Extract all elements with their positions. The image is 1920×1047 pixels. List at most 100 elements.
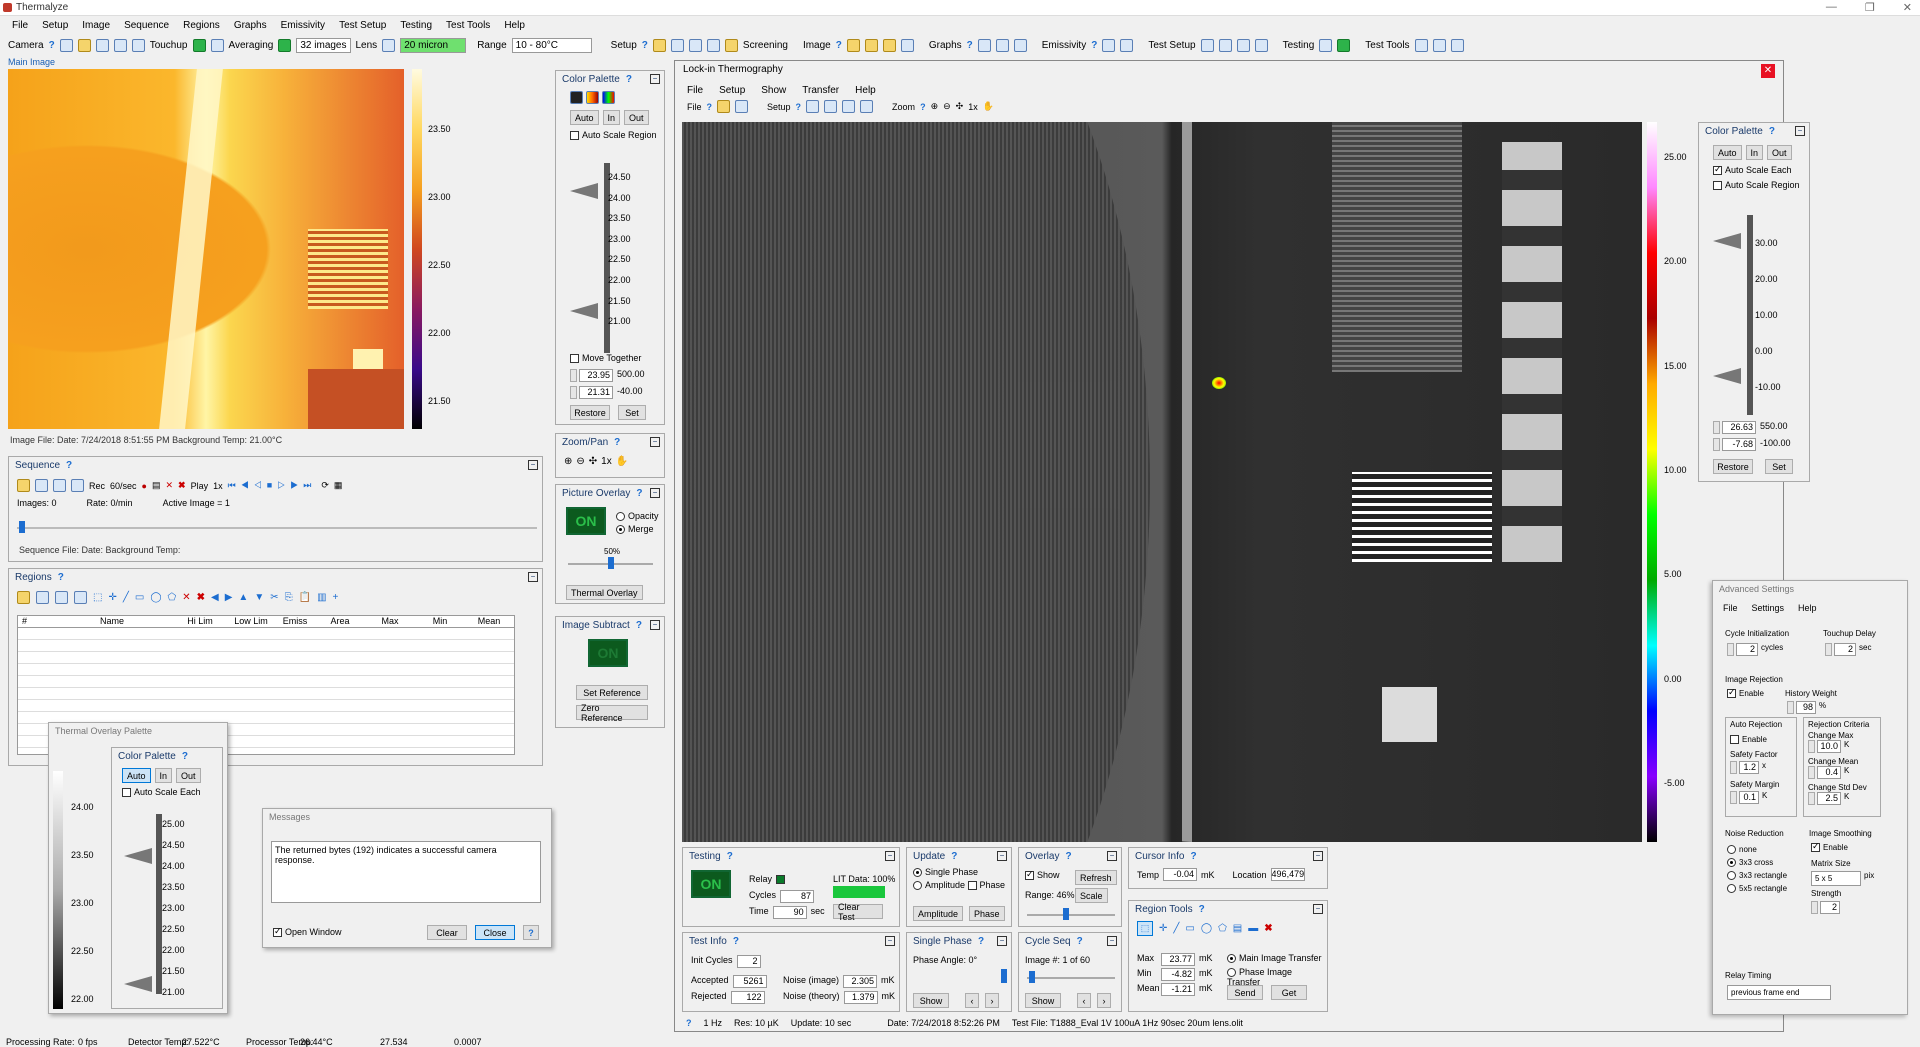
help-icon[interactable]: ? (182, 751, 188, 762)
polygon-tool-icon[interactable]: ⬠ (1218, 923, 1227, 934)
close-icon[interactable]: ✕ (1903, 1, 1912, 14)
auto-rejection-checkbox[interactable] (1730, 735, 1739, 745)
point-tool-icon[interactable]: ✛ (108, 592, 116, 603)
region-color-icon[interactable]: ▬ (1248, 923, 1258, 934)
save-icon[interactable] (670, 38, 684, 52)
compass-icon[interactable] (1450, 38, 1464, 52)
help-icon[interactable]: ? (951, 851, 957, 862)
noise-3x3-cross-radio[interactable] (1727, 858, 1736, 868)
col-emiss[interactable]: Emiss (274, 616, 316, 627)
subtract-on-button[interactable]: ON (588, 639, 628, 667)
set-button[interactable]: Set (1765, 459, 1793, 474)
col-hi-lim[interactable]: Hi Lim (172, 616, 228, 627)
amplitude-button[interactable]: Amplitude (913, 906, 964, 921)
menu-help[interactable]: Help (504, 20, 525, 31)
help-icon[interactable]: ? (49, 40, 55, 51)
restore-button[interactable]: Restore (1713, 459, 1753, 474)
menu-graphs[interactable]: Graphs (234, 20, 267, 31)
sequence-tools-icon[interactable]: ▦ (334, 480, 343, 491)
iron-palette-icon[interactable] (586, 91, 599, 104)
menu-emissivity[interactable]: Emissivity (281, 20, 325, 31)
delete-icon[interactable]: ✕ (166, 480, 174, 491)
help-icon[interactable]: ? (1769, 126, 1775, 137)
help-icon[interactable]: ? (978, 936, 984, 947)
cycle-slider[interactable] (1027, 977, 1115, 979)
line-graph-icon[interactable] (977, 38, 991, 52)
move-up-icon[interactable]: ▲ (238, 592, 248, 603)
phone-icon[interactable] (824, 100, 838, 113)
region-list-icon[interactable] (55, 591, 68, 604)
help-icon[interactable]: ? (636, 620, 642, 631)
help-icon[interactable]: ? (920, 102, 926, 112)
delete-all-regions-icon[interactable]: ✖ (197, 592, 205, 603)
change-std-spinner[interactable] (1808, 792, 1815, 805)
help-icon[interactable]: ? (1199, 904, 1205, 915)
lower-slider-handle[interactable] (1713, 368, 1741, 384)
help-icon[interactable]: ? (967, 40, 973, 51)
clear-test-button[interactable]: Clear Test (833, 902, 883, 922)
open-sequence-icon[interactable] (17, 479, 30, 492)
record-icon[interactable]: ● (142, 481, 147, 491)
lit-menu-setup[interactable]: Setup (719, 85, 745, 96)
help-icon[interactable]: ? (58, 572, 64, 583)
noise-3x3-rect-radio[interactable] (1727, 871, 1736, 881)
pan-hand-icon[interactable]: ✋ (983, 101, 994, 112)
prev-button[interactable]: ‹ (1077, 993, 1091, 1008)
move-together-checkbox[interactable] (570, 354, 579, 364)
lower-value[interactable]: 21.31 (579, 386, 613, 399)
playback-controls[interactable]: ⏮◀◁■▷▶⏭ (228, 480, 317, 491)
overlay-slider-thumb[interactable] (608, 557, 614, 569)
minimize-icon[interactable]: − (528, 572, 538, 582)
lower-spinner[interactable] (1713, 438, 1720, 451)
help-button[interactable]: ? (523, 925, 539, 940)
help-icon[interactable]: ? (727, 851, 733, 862)
in-button[interactable]: In (602, 110, 621, 125)
refresh-button[interactable]: Refresh (1075, 870, 1117, 885)
init-cycles-value[interactable]: 2 (736, 955, 761, 968)
lower-slider-handle[interactable] (124, 976, 152, 992)
help-icon[interactable]: ? (636, 488, 642, 499)
strength-spinner[interactable] (1811, 901, 1818, 914)
delete-region-icon[interactable]: ✕ (182, 592, 190, 603)
phase-button[interactable]: Phase (969, 906, 1005, 921)
minimize-icon[interactable]: − (650, 437, 660, 447)
rainbow-palette-icon[interactable] (602, 91, 615, 104)
phase-slider-thumb[interactable] (1001, 969, 1007, 983)
settings-icon[interactable] (860, 100, 874, 113)
cycle-init-value[interactable]: 2 (1736, 643, 1758, 656)
send-button[interactable]: Send (1227, 985, 1263, 1000)
help-icon[interactable]: ? (836, 40, 842, 51)
phone-icon[interactable] (1319, 38, 1333, 52)
select-tool-icon[interactable]: ⬚ (1137, 921, 1153, 936)
upper-spinner[interactable] (1713, 421, 1720, 434)
save-all-icon[interactable] (53, 479, 66, 492)
smoothing-checkbox[interactable] (1811, 841, 1820, 853)
minimize-icon[interactable]: − (1313, 851, 1323, 861)
probe-icon[interactable] (1236, 38, 1250, 52)
image-rejection-checkbox[interactable] (1727, 687, 1736, 699)
safety-margin-spinner[interactable] (1730, 791, 1737, 805)
lit-menu-help[interactable]: Help (855, 85, 876, 96)
board-icon[interactable] (1218, 38, 1232, 52)
config-icon[interactable] (724, 38, 738, 52)
out-button[interactable]: Out (624, 110, 649, 125)
menu-test-setup[interactable]: Test Setup (339, 20, 386, 31)
minimize-icon[interactable]: − (528, 460, 538, 470)
touchup-on-icon[interactable] (192, 38, 206, 52)
phase-checkbox[interactable] (967, 881, 977, 891)
help-icon[interactable]: ? (66, 460, 72, 471)
upper-spinner[interactable] (570, 369, 577, 382)
tools-icon[interactable] (842, 100, 856, 113)
overlay-range-slider[interactable] (1027, 914, 1115, 916)
image-icon[interactable] (77, 38, 91, 52)
line-tool-icon[interactable]: ╱ (1173, 923, 1179, 934)
out-button[interactable]: Out (1767, 145, 1792, 160)
minimize-icon[interactable]: − (885, 851, 895, 861)
tools-icon[interactable] (1414, 38, 1428, 52)
noise-none-radio[interactable] (1727, 845, 1736, 855)
overlay-range-thumb[interactable] (1063, 908, 1069, 920)
menu-file[interactable]: File (12, 20, 28, 31)
help-icon[interactable]: ? (642, 40, 648, 51)
delete-all-regions-icon[interactable]: ✖ (1264, 923, 1272, 934)
restore-button[interactable]: Restore (570, 405, 610, 420)
